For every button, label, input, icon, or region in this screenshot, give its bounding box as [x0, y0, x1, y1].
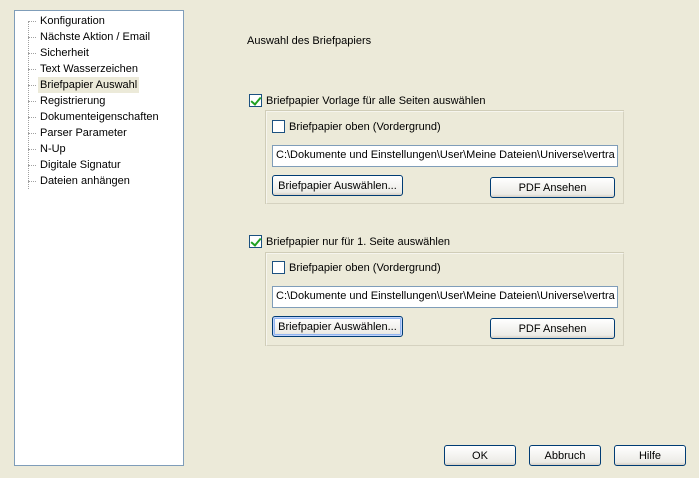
- tree-item-label: Text Wasserzeichen: [40, 63, 139, 75]
- checkbox-checked-icon[interactable]: [249, 94, 262, 107]
- all-pages-foreground-label: Briefpapier oben (Vordergrund): [289, 120, 441, 133]
- tree-branch: [28, 117, 36, 118]
- tree-item-label: Sicherheit: [40, 47, 89, 59]
- tree-item-label: Dokumenteigenschaften: [40, 111, 159, 123]
- tree-item-label: Dateien anhängen: [40, 175, 130, 187]
- tree-branch: [28, 21, 36, 22]
- first-page-path-field[interactable]: C:\Dokumente und Einstellungen\User\Mein…: [272, 286, 618, 308]
- tree-branch: [28, 101, 36, 102]
- all-pages-view-pdf-button[interactable]: PDF Ansehen: [490, 177, 615, 198]
- checkbox-unchecked-icon[interactable]: [272, 120, 285, 133]
- dialog: Konfiguration Nächste Aktion / Email Sic…: [0, 0, 699, 478]
- tree-item-label: Registrierung: [40, 95, 106, 107]
- first-page-view-pdf-button[interactable]: PDF Ansehen: [490, 318, 615, 339]
- first-page-foreground-label: Briefpapier oben (Vordergrund): [289, 261, 441, 274]
- tree-branch: [28, 69, 36, 70]
- tree-item-label: Nächste Aktion / Email: [40, 31, 151, 43]
- tree-item-label: Briefpapier Auswahl: [38, 77, 140, 93]
- tree-item-label: Konfiguration: [40, 15, 105, 27]
- settings-tree[interactable]: Konfiguration Nächste Aktion / Email Sic…: [14, 10, 184, 466]
- tree-connector-line: [28, 21, 29, 189]
- tree-branch: [28, 165, 36, 166]
- ok-button[interactable]: OK: [444, 445, 516, 466]
- tree-branch: [28, 181, 36, 182]
- all-pages-checkbox-label: Briefpapier Vorlage für alle Seiten ausw…: [266, 94, 486, 107]
- help-button[interactable]: Hilfe: [614, 445, 686, 466]
- cancel-button[interactable]: Abbruch: [529, 445, 601, 466]
- all-pages-select-button[interactable]: Briefpapier Auswählen...: [272, 175, 403, 196]
- all-pages-path-field[interactable]: C:\Dokumente und Einstellungen\User\Mein…: [272, 145, 618, 167]
- tree-branch: [28, 53, 36, 54]
- tree-item-label: Parser Parameter: [40, 127, 127, 139]
- checkbox-checked-icon[interactable]: [249, 235, 262, 248]
- first-page-checkbox-label: Briefpapier nur für 1. Seite auswählen: [266, 235, 451, 248]
- all-pages-foreground-checkbox[interactable]: Briefpapier oben (Vordergrund): [272, 120, 441, 133]
- first-page-foreground-checkbox[interactable]: Briefpapier oben (Vordergrund): [272, 261, 441, 274]
- section-heading: Auswahl des Briefpapiers: [247, 35, 372, 47]
- first-page-checkbox[interactable]: Briefpapier nur für 1. Seite auswählen: [249, 235, 450, 248]
- tree-branch: [28, 133, 36, 134]
- tree-item-label: Digitale Signatur: [40, 159, 121, 171]
- tree-branch: [28, 37, 36, 38]
- checkbox-unchecked-icon[interactable]: [272, 261, 285, 274]
- tree-item-label: N-Up: [40, 143, 66, 155]
- tree-branch: [28, 85, 36, 86]
- first-page-select-button[interactable]: Briefpapier Auswählen...: [272, 316, 403, 337]
- all-pages-checkbox[interactable]: Briefpapier Vorlage für alle Seiten ausw…: [249, 94, 486, 107]
- tree-branch: [28, 149, 36, 150]
